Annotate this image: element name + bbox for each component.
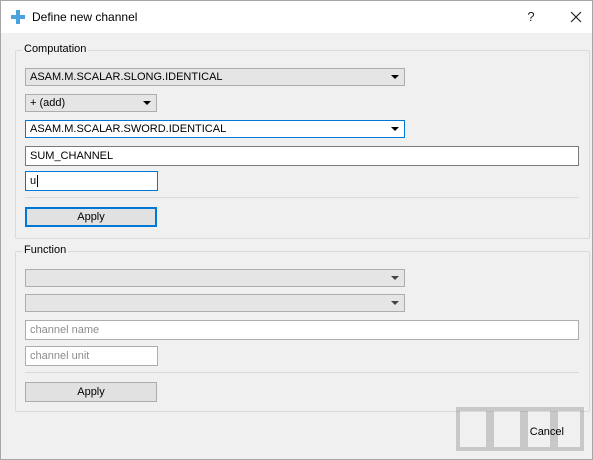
operand2-select[interactable]: ASAM.M.SCALAR.SWORD.IDENTICAL bbox=[25, 120, 405, 138]
chevron-down-icon bbox=[391, 301, 399, 305]
computation-group: Computation ASAM.M.SCALAR.SLONG.IDENTICA… bbox=[15, 43, 590, 239]
function-apply-button[interactable]: Apply bbox=[25, 382, 157, 402]
function-channel-unit-field[interactable]: channel unit bbox=[25, 346, 158, 366]
operator-select[interactable]: + (add) bbox=[25, 94, 157, 112]
chevron-down-icon bbox=[391, 127, 399, 131]
define-channel-dialog: Define new channel ? Computation ASAM.M.… bbox=[0, 0, 593, 460]
channel-unit-value: u bbox=[30, 175, 37, 187]
chevron-down-icon bbox=[391, 276, 399, 280]
function-label: Function bbox=[22, 244, 69, 256]
operand1-select[interactable]: ASAM.M.SCALAR.SLONG.IDENTICAL bbox=[25, 68, 405, 86]
text-cursor bbox=[37, 175, 39, 188]
plus-icon bbox=[11, 10, 25, 24]
separator bbox=[25, 197, 579, 198]
close-icon[interactable] bbox=[559, 5, 593, 29]
help-button[interactable]: ? bbox=[514, 5, 548, 29]
function-group: Function channel name channel unit Apply bbox=[15, 244, 590, 412]
channel-name-value: SUM_CHANNEL bbox=[30, 150, 114, 162]
separator bbox=[25, 372, 579, 373]
title-bar: Define new channel ? bbox=[1, 1, 592, 33]
function-channel-select[interactable] bbox=[25, 294, 405, 312]
operand1-value: ASAM.M.SCALAR.SLONG.IDENTICAL bbox=[30, 71, 223, 83]
window-title: Define new channel bbox=[32, 10, 138, 24]
channel-unit-field[interactable]: u bbox=[25, 171, 158, 191]
operator-value: + (add) bbox=[30, 97, 66, 109]
function-channel-name-field[interactable]: channel name bbox=[25, 320, 579, 340]
channel-name-field[interactable]: SUM_CHANNEL bbox=[25, 146, 579, 166]
computation-label: Computation bbox=[22, 43, 89, 55]
function-select[interactable] bbox=[25, 269, 405, 287]
cancel-button[interactable]: Cancel bbox=[487, 422, 579, 442]
chevron-down-icon bbox=[143, 101, 151, 105]
chevron-down-icon bbox=[391, 75, 399, 79]
operand2-value: ASAM.M.SCALAR.SWORD.IDENTICAL bbox=[30, 123, 227, 135]
computation-apply-button[interactable]: Apply bbox=[25, 207, 157, 227]
